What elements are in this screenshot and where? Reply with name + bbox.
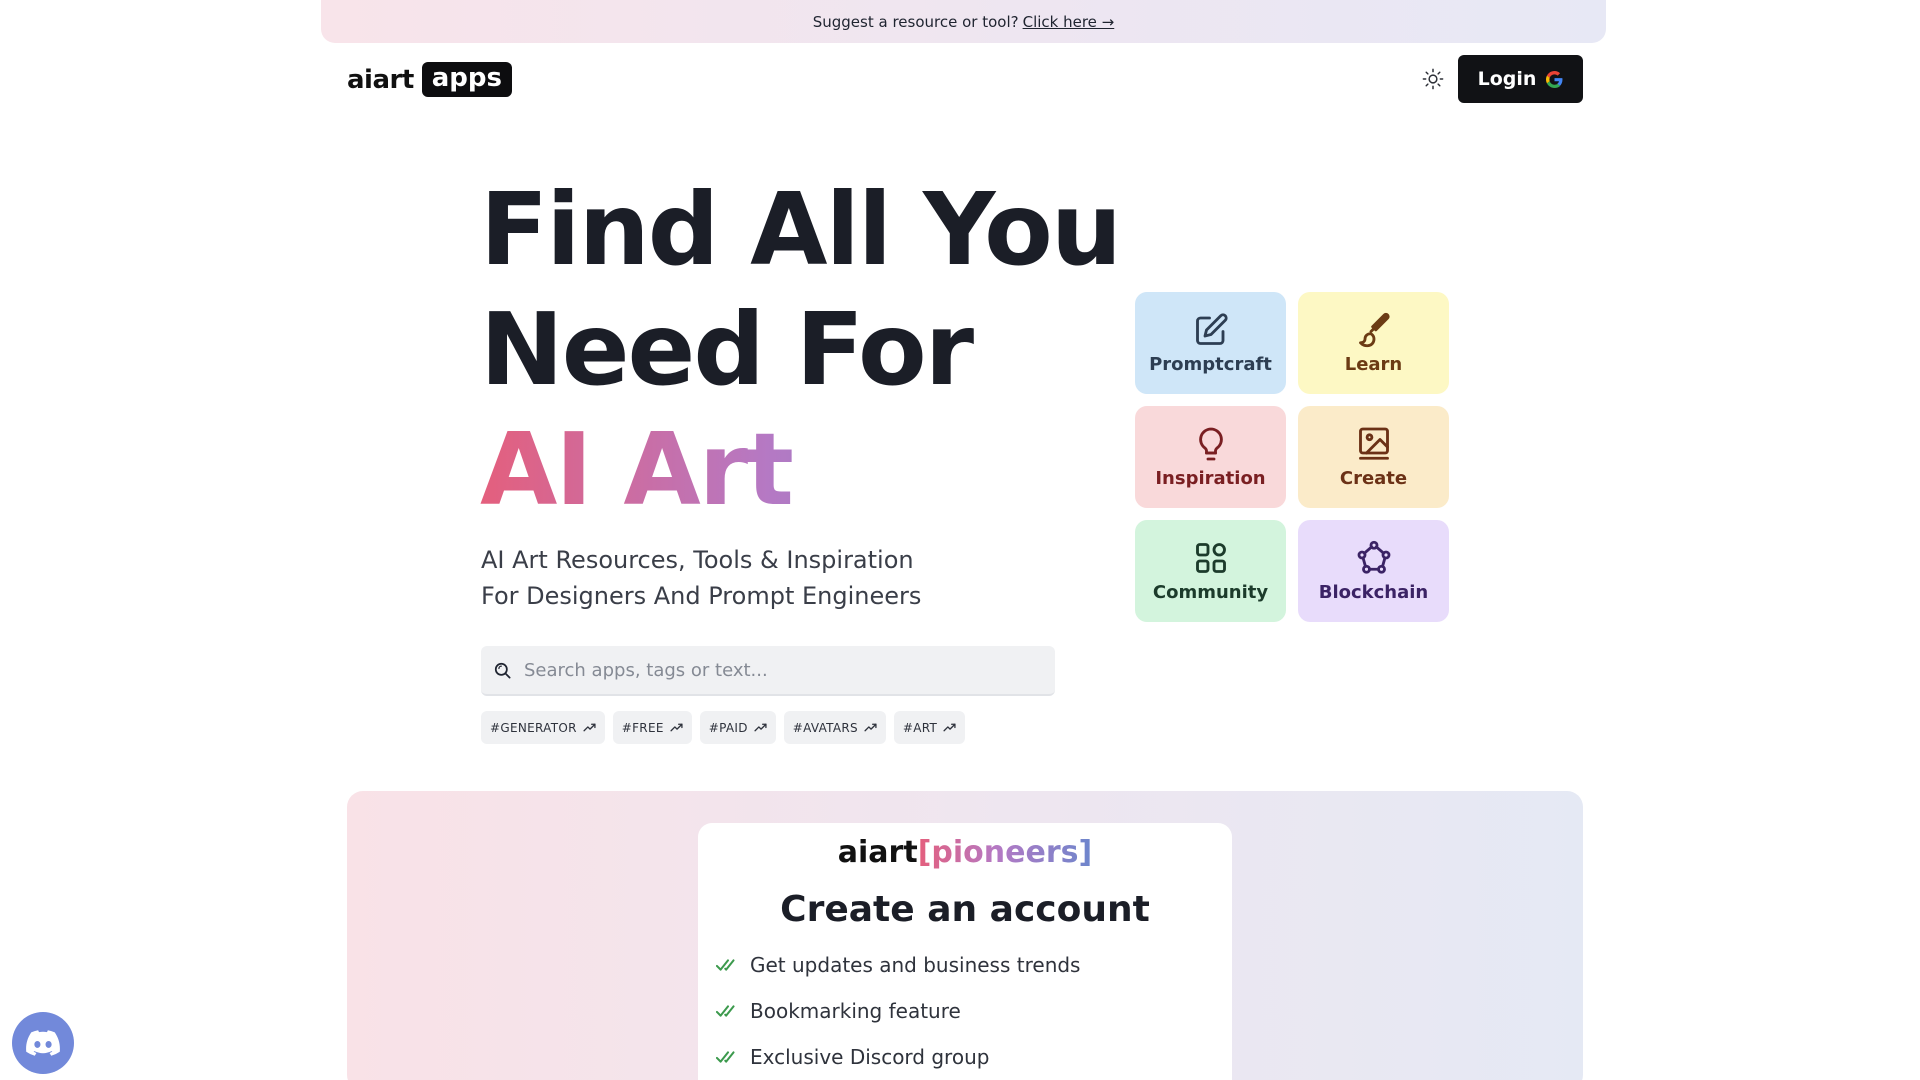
edit-icon bbox=[1195, 312, 1228, 345]
category-label: Create bbox=[1339, 467, 1408, 489]
tag-generator[interactable]: #GENERATOR bbox=[481, 711, 605, 744]
feature-text: Bookmarking feature bbox=[750, 999, 961, 1023]
sun-icon bbox=[1422, 68, 1444, 90]
tag-label: #GENERATOR bbox=[490, 720, 577, 735]
logo-text: aiart bbox=[347, 64, 414, 95]
tag-free[interactable]: #FREE bbox=[612, 711, 692, 744]
category-learn[interactable]: Learn bbox=[1298, 292, 1449, 394]
category-label: Inspiration bbox=[1155, 467, 1266, 489]
category-blockchain[interactable]: Blockchain bbox=[1298, 520, 1449, 622]
network-icon bbox=[1357, 540, 1390, 574]
trending-up-icon bbox=[670, 723, 683, 732]
category-label: Blockchain bbox=[1318, 581, 1429, 603]
brush-icon bbox=[1358, 312, 1390, 347]
pioneers-logo: aiart[pioneers] bbox=[698, 835, 1232, 870]
discord-button[interactable] bbox=[12, 1012, 74, 1074]
trending-up-icon bbox=[754, 723, 767, 732]
category-grid: Promptcraft Learn Inspiration Create Com… bbox=[1135, 292, 1449, 622]
login-label: Login bbox=[1477, 68, 1537, 90]
hero-subtitle: AI Art Resources, Tools & Inspiration Fo… bbox=[481, 542, 921, 614]
trending-tags: #GENERATOR #FREE #PAID #AVATARS #ART bbox=[481, 711, 966, 744]
double-check-icon bbox=[716, 1005, 735, 1017]
tag-label: #FREE bbox=[621, 720, 664, 735]
search-bar[interactable] bbox=[481, 646, 1055, 696]
tag-paid[interactable]: #PAID bbox=[699, 711, 776, 744]
category-label: Community bbox=[1152, 581, 1269, 603]
category-create[interactable]: Create bbox=[1298, 406, 1449, 508]
hero-subtitle-line1: AI Art Resources, Tools & Inspiration bbox=[481, 546, 914, 574]
announcement-banner: Suggest a resource or tool? Click here → bbox=[321, 0, 1606, 43]
category-promptcraft[interactable]: Promptcraft bbox=[1135, 292, 1286, 394]
double-check-icon bbox=[716, 1051, 735, 1063]
tag-label: #AVATARS bbox=[792, 720, 858, 735]
hero-title-line2: Need For bbox=[480, 291, 974, 408]
logo-badge: apps bbox=[421, 62, 513, 97]
feature-item: Bookmarking feature bbox=[716, 999, 961, 1023]
banner-text: Suggest a resource or tool? bbox=[812, 12, 1019, 31]
category-community[interactable]: Community bbox=[1135, 520, 1286, 622]
hero-title-highlight: AI Art bbox=[480, 410, 1120, 530]
feature-text: Get updates and business trends bbox=[750, 953, 1081, 977]
banner-link[interactable]: Click here → bbox=[1023, 13, 1115, 31]
image-icon bbox=[1358, 427, 1389, 460]
category-label: Learn bbox=[1344, 353, 1403, 375]
hero-title-line1: Find All You bbox=[480, 171, 1122, 288]
double-check-icon bbox=[716, 959, 735, 971]
lightbulb-icon bbox=[1198, 427, 1223, 460]
login-button[interactable]: Login bbox=[1458, 55, 1583, 103]
signup-title: Create an account bbox=[780, 889, 1150, 930]
hero-title: Find All You Need For AI Art bbox=[480, 170, 1122, 530]
site-logo[interactable]: aiart apps bbox=[347, 62, 513, 97]
tag-label: #PAID bbox=[708, 720, 748, 735]
search-icon bbox=[494, 662, 511, 678]
trending-up-icon bbox=[583, 723, 596, 732]
tag-avatars[interactable]: #AVATARS bbox=[783, 711, 886, 744]
tag-art[interactable]: #ART bbox=[893, 711, 966, 744]
pioneers-logo-text: aiart bbox=[837, 835, 918, 870]
theme-toggle-button[interactable] bbox=[1420, 66, 1446, 92]
category-inspiration[interactable]: Inspiration bbox=[1135, 406, 1286, 508]
trending-up-icon bbox=[943, 723, 956, 732]
grid-icon bbox=[1195, 542, 1226, 573]
google-icon bbox=[1546, 70, 1563, 88]
discord-icon bbox=[26, 1030, 60, 1056]
hero-subtitle-line2: For Designers And Prompt Engineers bbox=[481, 582, 922, 610]
category-label: Promptcraft bbox=[1149, 353, 1272, 375]
trending-up-icon bbox=[864, 723, 877, 732]
tag-label: #ART bbox=[902, 720, 938, 735]
feature-item: Exclusive Discord group bbox=[716, 1045, 989, 1069]
signup-card: aiart[pioneers] Create an account Get up… bbox=[698, 823, 1232, 1080]
search-input[interactable] bbox=[524, 659, 1024, 681]
pioneers-logo-bracket: [pioneers] bbox=[917, 835, 1093, 870]
feature-item: Get updates and business trends bbox=[716, 953, 1080, 977]
feature-text: Exclusive Discord group bbox=[750, 1045, 990, 1069]
